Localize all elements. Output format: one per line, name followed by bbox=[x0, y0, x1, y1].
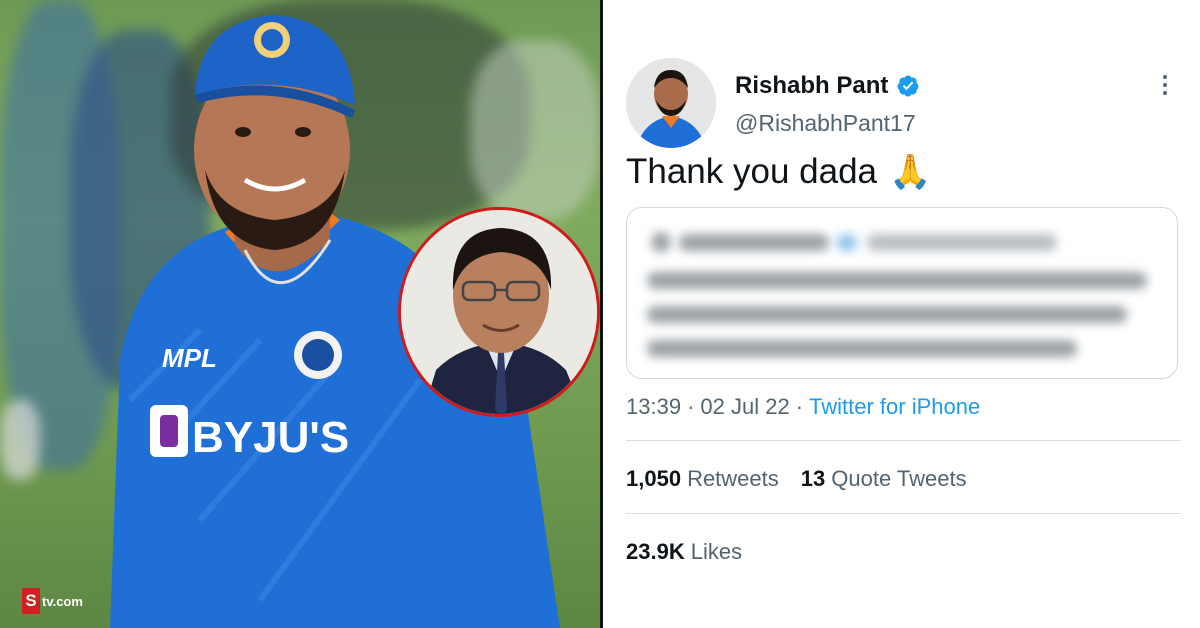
blurred-content bbox=[647, 272, 1147, 289]
verified-badge-icon bbox=[897, 75, 919, 97]
meta-separator: · bbox=[687, 394, 695, 419]
tweet-body: Thank you dada bbox=[626, 152, 878, 191]
tweet-card: Rishabh Pant @RishabhPant17 Thank you da… bbox=[603, 0, 1200, 628]
engagement-stats: 1,050 Retweets 13 Quote Tweets bbox=[626, 466, 967, 492]
divider bbox=[626, 440, 1181, 441]
site-name: tv.com bbox=[42, 593, 83, 609]
tweet-time[interactable]: 13:39 bbox=[626, 394, 681, 420]
news-photo: MPL BYJU'S S tv.com bbox=[0, 0, 600, 628]
blurred-content bbox=[647, 306, 1127, 323]
quote-tweets-count: 13 bbox=[800, 466, 826, 491]
author-handle[interactable]: @RishabhPant17 bbox=[735, 110, 916, 137]
meta-separator: · bbox=[795, 394, 804, 419]
svg-text:MPL: MPL bbox=[162, 343, 217, 373]
likes-count: 23.9K bbox=[626, 539, 685, 564]
blurred-content bbox=[651, 232, 671, 252]
avatar-photo bbox=[626, 58, 716, 148]
blurred-content bbox=[647, 340, 1077, 357]
site-watermark: S tv.com bbox=[22, 588, 83, 614]
inset-portrait-photo bbox=[401, 210, 597, 414]
blurred-content bbox=[837, 234, 857, 251]
tweet-date[interactable]: 02 Jul 22 bbox=[700, 394, 789, 420]
retweets-stat[interactable]: 1,050 Retweets bbox=[626, 466, 779, 492]
likes-stat[interactable]: 23.9K Likes bbox=[626, 539, 742, 565]
more-options-icon[interactable] bbox=[1160, 75, 1170, 99]
retweets-count: 1,050 bbox=[626, 466, 682, 491]
tweet-source-link[interactable]: Twitter for iPhone bbox=[809, 394, 980, 420]
likes-stats: 23.9K Likes bbox=[626, 539, 742, 565]
blurred-content bbox=[679, 234, 829, 251]
inset-portrait bbox=[398, 207, 600, 417]
site-logo: S bbox=[22, 588, 40, 614]
quoted-tweet-blurred[interactable] bbox=[626, 207, 1178, 379]
tweet-text: Thank you dada 🙏 bbox=[626, 152, 931, 192]
author-name-row: Rishabh Pant bbox=[735, 72, 920, 100]
blurred-content bbox=[867, 234, 1057, 251]
retweets-label: Retweets bbox=[687, 466, 779, 491]
quote-tweets-stat[interactable]: 13 Quote Tweets bbox=[801, 466, 967, 492]
avatar[interactable] bbox=[626, 58, 716, 148]
likes-label: Likes bbox=[690, 539, 743, 564]
folded-hands-emoji: 🙏 bbox=[889, 153, 932, 191]
svg-text:BYJU'S: BYJU'S bbox=[192, 413, 349, 462]
author-name[interactable]: Rishabh Pant bbox=[735, 72, 888, 100]
divider bbox=[626, 513, 1181, 514]
tweet-meta: 13:39 · 02 Jul 22 · Twitter for iPhone bbox=[626, 394, 980, 420]
quote-tweets-label: Quote Tweets bbox=[831, 466, 967, 491]
